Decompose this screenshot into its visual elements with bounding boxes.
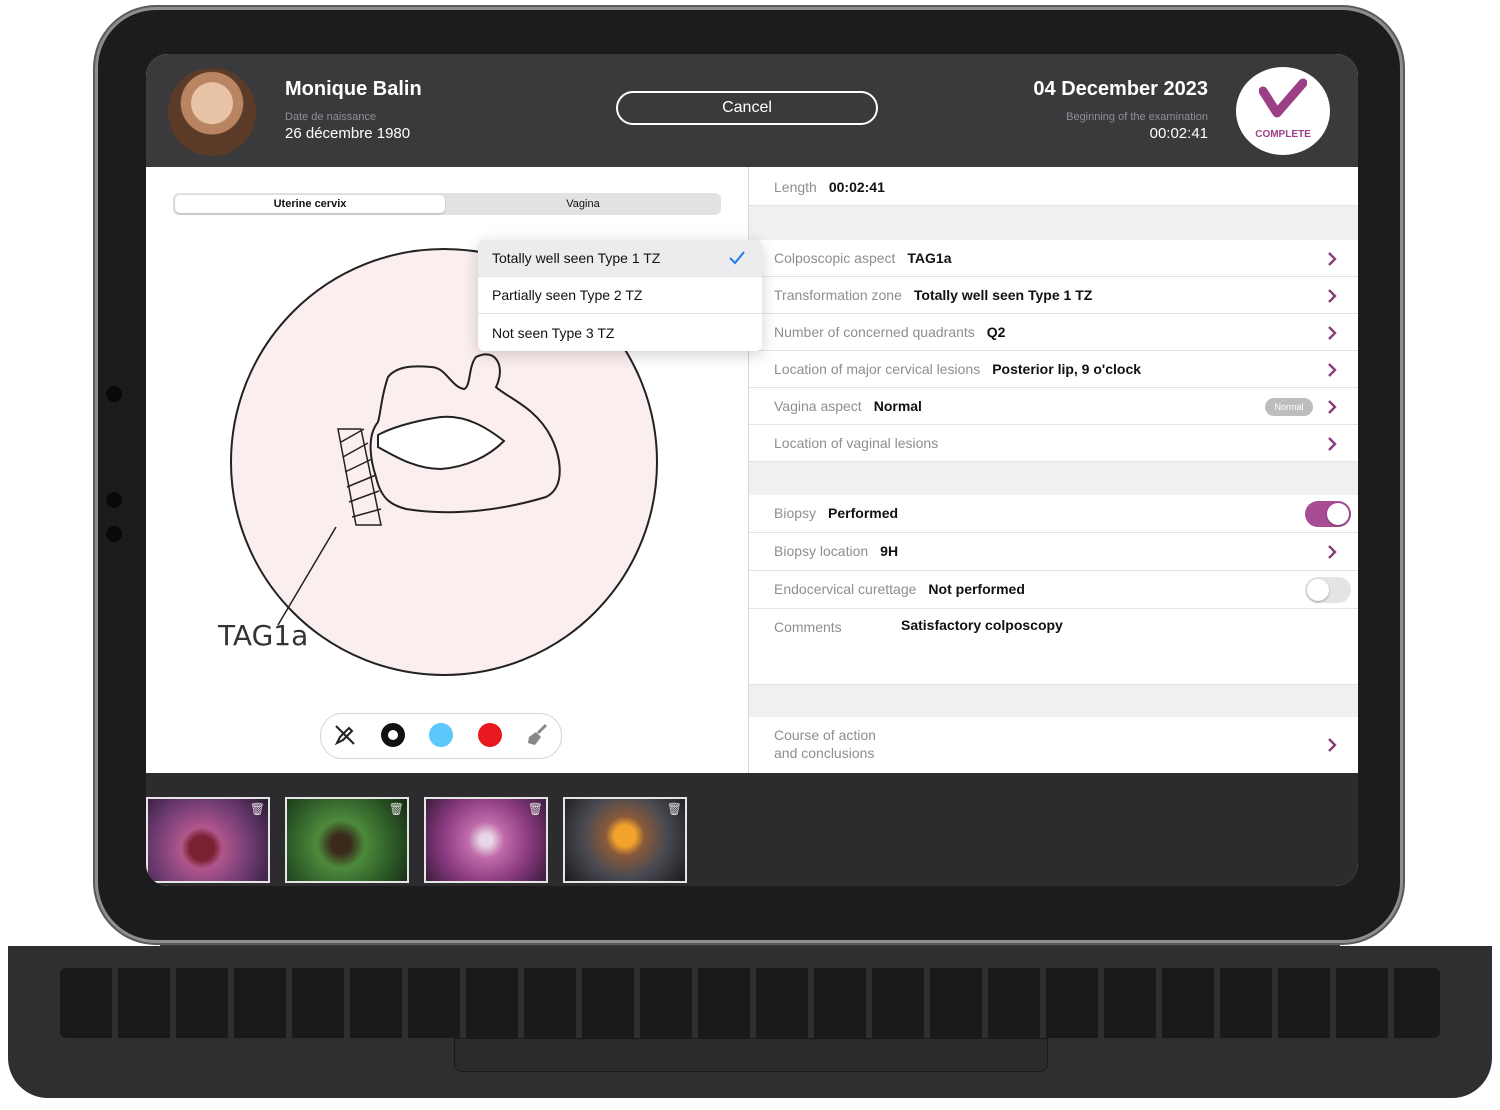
quadrants-label: Number of concerned quadrants Q2 — [774, 324, 1006, 340]
cancel-button[interactable]: Cancel — [616, 91, 878, 125]
comments-row[interactable]: Comments Satisfactory colposcopy — [749, 609, 1358, 685]
tab-vagina[interactable]: Vagina — [447, 195, 719, 213]
complete-button[interactable]: COMPLETE — [1236, 67, 1330, 155]
biopsy-location-label: Biopsy location 9H — [774, 543, 899, 559]
app-screen: Monique Balin Date de naissance 26 décem… — [146, 54, 1358, 886]
biopsy-toggle[interactable] — [1305, 501, 1351, 527]
colposcopic-aspect-value: TAG1a — [907, 250, 952, 266]
annotation-text: TAG1a — [217, 619, 308, 652]
colposcopy-thumbnail[interactable]: 🗑 — [424, 797, 548, 883]
tab-uterine-cervix[interactable]: Uterine cervix — [175, 195, 445, 213]
comments-label: Comments — [774, 619, 842, 635]
blue-color-button[interactable] — [429, 723, 453, 747]
vagina-aspect-value: Normal — [873, 398, 922, 414]
keyboard-keys — [60, 968, 1440, 1038]
endocervical-toggle[interactable] — [1305, 577, 1351, 603]
section-gap — [749, 462, 1358, 495]
chevron-right-icon — [1328, 437, 1337, 451]
endocervical-row: Endocervical curettage Not performed — [749, 571, 1358, 609]
chevron-right-icon — [1328, 738, 1337, 752]
biopsy-location-value: 9H — [880, 543, 899, 559]
quadrants-value: Q2 — [986, 324, 1006, 340]
side-button — [106, 386, 122, 402]
exam-date: 04 December 2023 — [1033, 78, 1208, 100]
begin-time: 00:02:41 — [1149, 125, 1208, 142]
trash-icon[interactable]: 🗑 — [389, 802, 404, 816]
biopsy-row: Biopsy Performed — [749, 495, 1358, 533]
endocervical-label: Endocervical curettage Not performed — [774, 581, 1025, 597]
black-color-button[interactable] — [381, 723, 405, 747]
dropdown-option[interactable]: Not seen Type 3 TZ — [478, 314, 762, 351]
status-badge: Normal — [1265, 398, 1313, 416]
drawing-toolbar — [320, 713, 562, 759]
broom-icon[interactable] — [526, 723, 550, 747]
vagina-aspect-label: Vagina aspect Normal — [774, 398, 922, 414]
trackpad — [454, 1038, 1048, 1072]
exam-header: Monique Balin Date de naissance 26 décem… — [146, 54, 1358, 167]
image-gallery: 🗑 🗑 🗑 🗑 — [146, 773, 1358, 886]
side-button — [106, 526, 122, 542]
colposcopy-thumbnail[interactable]: 🗑 — [563, 797, 687, 883]
side-button — [106, 492, 122, 508]
vaginal-lesions-row[interactable]: Location of vaginal lesions — [749, 425, 1358, 462]
vaginal-lesions-label: Location of vaginal lesions — [774, 435, 939, 451]
option-label: Totally well seen Type 1 TZ — [492, 250, 661, 266]
course-of-action-label: Course of action and conclusions — [774, 727, 876, 761]
selected-ring — [388, 730, 398, 740]
colposcopy-thumbnail[interactable]: 🗑 — [146, 797, 270, 883]
major-lesions-label: Location of major cervical lesions Poster… — [774, 361, 1142, 377]
vagina-aspect-row[interactable]: Vagina aspect Normal Normal — [749, 388, 1358, 425]
major-lesions-value: Posterior lip, 9 o'clock — [992, 361, 1142, 377]
transformation-zone-dropdown: Totally well seen Type 1 TZ Partially se… — [478, 240, 762, 351]
avatar — [168, 68, 256, 156]
major-lesions-row[interactable]: Location of major cervical lesions Poster… — [749, 351, 1358, 388]
dropdown-option[interactable]: Partially seen Type 2 TZ — [478, 277, 762, 314]
exam-form: Length 00:02:41 Colposcopic aspect TAG1a T… — [748, 167, 1358, 773]
length-label: Length 00:02:41 — [774, 179, 885, 195]
segmented-control: Uterine cervix Vagina — [173, 193, 721, 215]
trash-icon[interactable]: 🗑 — [528, 802, 543, 816]
transformation-zone-label: Transformation zone Totally well seen Typ… — [774, 287, 1093, 303]
length-value: 00:02:41 — [828, 179, 885, 195]
toggle-knob — [1327, 503, 1349, 525]
dob-value: 26 décembre 1980 — [285, 125, 411, 142]
quadrants-row[interactable]: Number of concerned quadrants Q2 — [749, 314, 1358, 351]
chevron-right-icon — [1328, 545, 1337, 559]
chevron-right-icon — [1328, 252, 1337, 266]
patient-name: Monique Balin — [285, 78, 422, 100]
begin-label: Beginning of the examination — [1066, 111, 1208, 123]
red-color-button[interactable] — [478, 723, 502, 747]
colposcopic-aspect-row[interactable]: Colposcopic aspect TAG1a — [749, 240, 1358, 277]
checkmark-icon — [1259, 78, 1307, 118]
pencil-off-icon[interactable] — [333, 723, 357, 747]
chevron-right-icon — [1328, 289, 1337, 303]
trash-icon[interactable]: 🗑 — [667, 802, 682, 816]
chevron-right-icon — [1328, 400, 1337, 414]
length-row: Length 00:02:41 — [749, 169, 1358, 206]
biopsy-label: Biopsy Performed — [774, 505, 899, 521]
biopsy-location-row[interactable]: Biopsy location 9H — [749, 533, 1358, 571]
transformation-zone-value: Totally well seen Type 1 TZ — [913, 287, 1093, 303]
colposcopic-aspect-label: Colposcopic aspect TAG1a — [774, 250, 952, 266]
complete-label: COMPLETE — [1255, 129, 1311, 140]
option-label: Partially seen Type 2 TZ — [492, 287, 643, 303]
chevron-right-icon — [1328, 363, 1337, 377]
endocervical-value: Not performed — [928, 581, 1025, 597]
transformation-zone-row[interactable]: Transformation zone Totally well seen Typ… — [749, 277, 1358, 314]
toggle-knob — [1307, 579, 1329, 601]
dob-label: Date de naissance — [285, 111, 377, 123]
section-gap — [749, 685, 1358, 717]
option-label: Not seen Type 3 TZ — [492, 324, 615, 341]
chevron-right-icon — [1328, 326, 1337, 340]
course-of-action-row[interactable]: Course of action and conclusions — [749, 717, 1358, 773]
dropdown-option[interactable]: Totally well seen Type 1 TZ — [478, 240, 762, 277]
colposcopy-thumbnail[interactable]: 🗑 — [285, 797, 409, 883]
comments-value[interactable]: Satisfactory colposcopy — [901, 617, 1063, 633]
section-gap — [749, 206, 1358, 240]
trash-icon[interactable]: 🗑 — [250, 802, 265, 816]
check-icon — [729, 251, 745, 265]
biopsy-value: Performed — [828, 505, 899, 521]
